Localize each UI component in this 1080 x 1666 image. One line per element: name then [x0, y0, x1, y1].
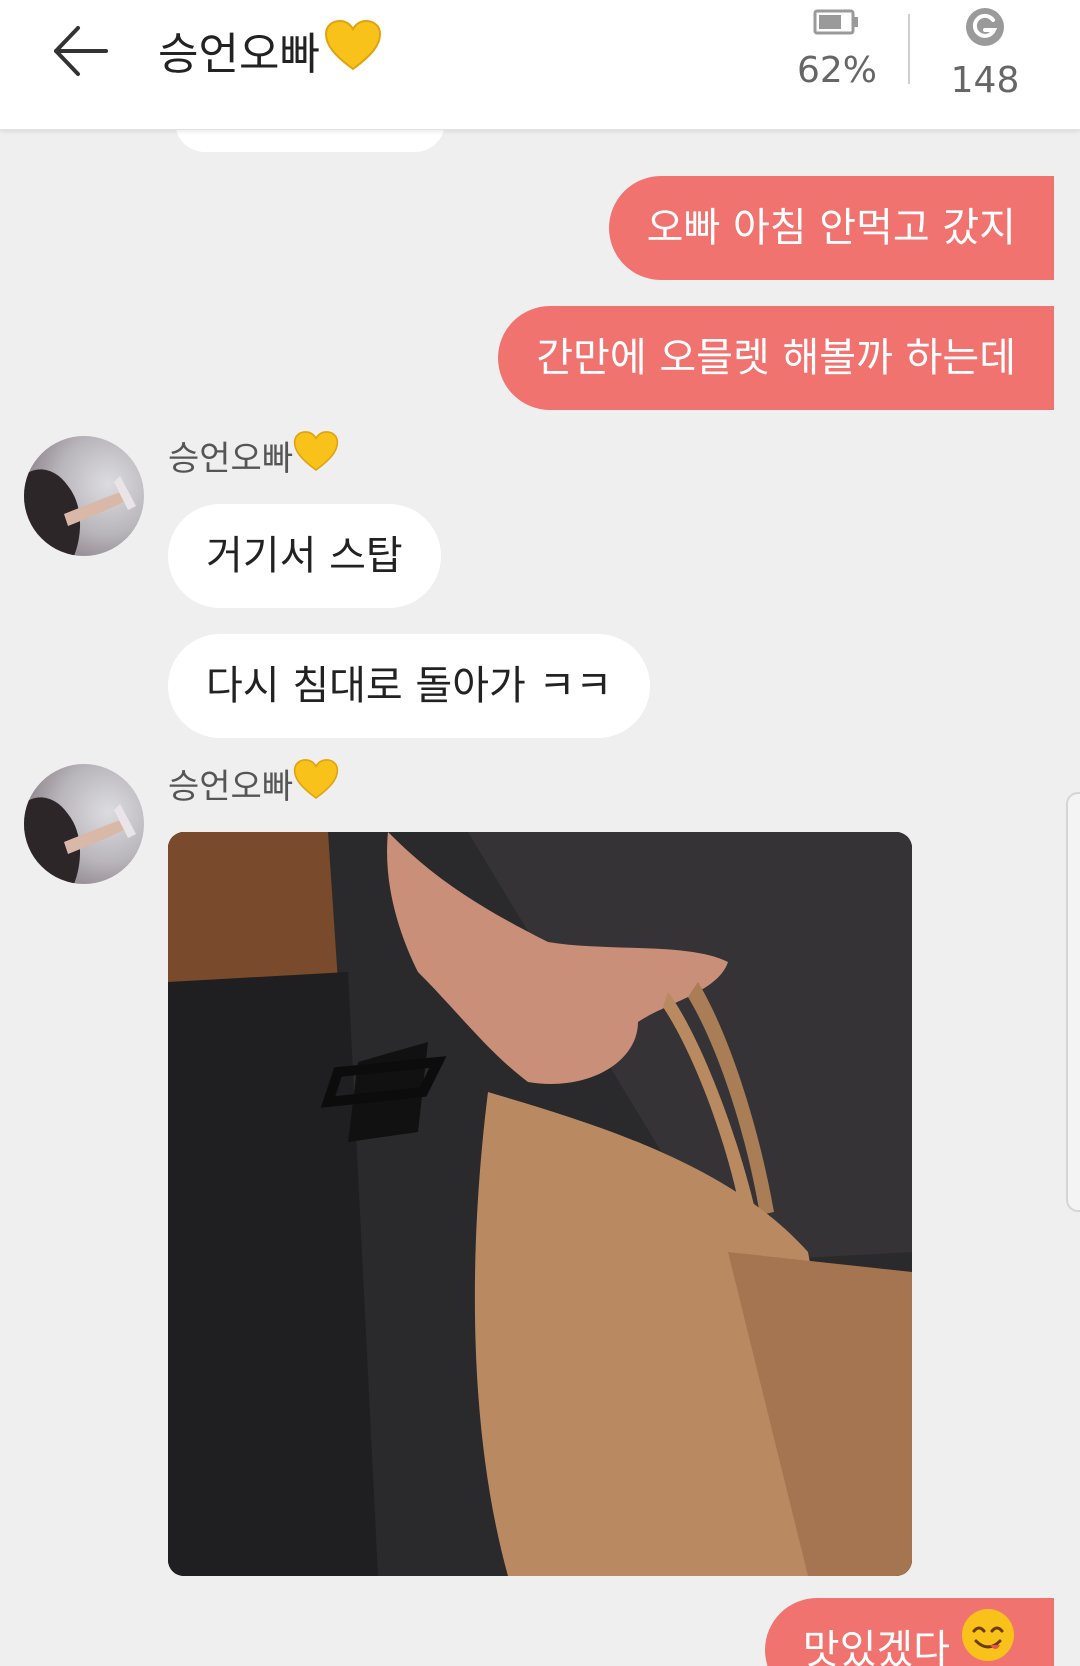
header-divider	[908, 14, 910, 84]
coin-status[interactable]: 148	[930, 6, 1040, 101]
avatar[interactable]	[24, 764, 144, 884]
avatar[interactable]	[24, 436, 144, 556]
yellow-heart-icon	[293, 430, 339, 481]
photo-message[interactable]	[168, 832, 912, 1576]
coin-value: 148	[950, 60, 1020, 101]
yum-face-emoji-icon	[960, 1598, 1016, 1666]
yellow-heart-icon	[324, 19, 382, 82]
yellow-heart-icon	[293, 758, 339, 809]
sender-name: 승언오빠	[168, 430, 339, 481]
scrollbar-handle[interactable]	[1066, 792, 1080, 1212]
battery-status[interactable]: 62%	[782, 6, 892, 91]
outgoing-message[interactable]: 맛있겠다	[764, 1598, 1054, 1666]
sender-name: 승언오빠	[168, 758, 339, 809]
outgoing-message[interactable]: 오빠 아침 안먹고 갔지	[608, 176, 1054, 280]
battery-icon	[782, 6, 892, 42]
chat-title-text: 승언오빠	[158, 29, 320, 80]
chat-title: 승언오빠	[158, 18, 382, 82]
outgoing-message-text: 맛있겠다	[802, 1627, 950, 1666]
battery-value: 62%	[796, 50, 877, 91]
chat-header: 승언오빠 62% 148	[0, 0, 1080, 130]
incoming-message[interactable]: 다시 침대로 돌아가 ㅋㅋ	[168, 634, 651, 738]
incoming-message[interactable]: 거기서 스탑	[168, 504, 441, 608]
sender-name-text: 승언오빠	[168, 767, 294, 807]
sender-name-text: 승언오빠	[168, 439, 294, 479]
coin-g-icon	[930, 6, 1040, 52]
back-arrow-icon[interactable]	[50, 20, 112, 82]
outgoing-message[interactable]: 간만에 오믈렛 해볼까 하는데	[498, 306, 1054, 410]
